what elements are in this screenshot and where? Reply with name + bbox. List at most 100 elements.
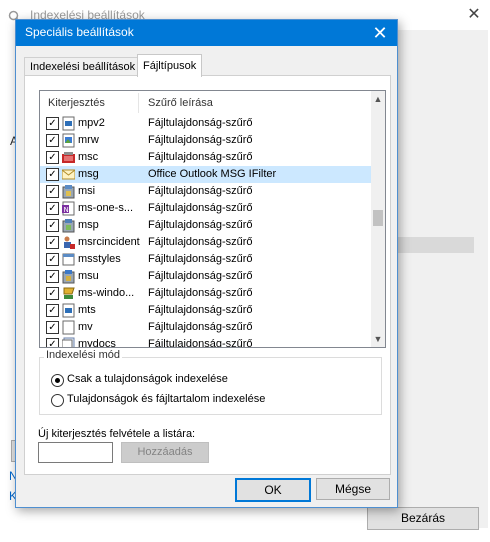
row-checkbox[interactable]: ✓ <box>46 117 59 130</box>
generic-file-icon <box>62 320 75 335</box>
installer-patch-icon <box>62 219 75 233</box>
video-file-icon <box>62 303 75 318</box>
radio-label: Csak a tulajdonságok indexelése <box>67 373 228 385</box>
extension-cell: mrw <box>78 134 99 146</box>
list-item[interactable]: ✓ msp Fájltulajdonság-szűrő <box>40 217 371 234</box>
list-item[interactable]: ✓ mpv2 Fájltulajdonság-szűrő <box>40 115 371 132</box>
background-selected-row <box>396 237 474 253</box>
row-checkbox[interactable]: ✓ <box>46 202 59 215</box>
management-console-icon <box>62 152 75 163</box>
column-header-extension[interactable]: Kiterjesztés <box>48 97 105 109</box>
extension-cell: msg <box>78 168 99 180</box>
radio-label: Tulajdonságok és fájltartalom indexelése <box>67 393 266 405</box>
mail-message-icon <box>62 169 75 180</box>
filter-cell: Fájltulajdonság-szűrő <box>148 321 253 333</box>
list-item[interactable]: ✓ msstyles Fájltulajdonság-szűrő <box>40 251 371 268</box>
list-item[interactable]: ✓ mydocs Fájltulajdonság-szűrő <box>40 336 371 348</box>
row-checkbox[interactable]: ✓ <box>46 338 59 347</box>
radio-selected-dot <box>55 378 60 383</box>
filter-cell: Fájltulajdonság-szűrő <box>148 185 253 197</box>
scroll-up-icon[interactable]: ▲ <box>371 91 385 107</box>
list-item[interactable]: ✓ Nms-one-s... Fájltulajdonság-szűrő <box>40 200 371 217</box>
image-file-icon <box>62 133 75 148</box>
list-item[interactable]: ✓ mv Fájltulajdonság-szűrő <box>40 319 371 336</box>
update-package-icon <box>62 270 75 284</box>
filter-cell: Office Outlook MSG IFilter <box>148 168 277 180</box>
extension-cell: ms-one-s... <box>78 202 134 214</box>
filter-cell: Fájltulajdonság-szűrő <box>148 202 253 214</box>
row-checkbox[interactable]: ✓ <box>46 219 59 232</box>
index-mode-label: Indexelési mód <box>44 349 122 361</box>
row-checkbox[interactable]: ✓ <box>46 168 59 181</box>
extension-cell: msu <box>78 270 99 282</box>
list-item[interactable]: ✓ msg Office Outlook MSG IFilter <box>40 166 371 183</box>
row-checkbox[interactable]: ✓ <box>46 185 59 198</box>
row-checkbox[interactable]: ✓ <box>46 134 59 147</box>
background-close-icon[interactable]: ✕ <box>462 4 486 26</box>
list-item[interactable]: ✓ ms-windo... Fájltulajdonság-szűrő <box>40 285 371 302</box>
new-extension-label: Új kiterjesztés felvétele a listára: <box>38 428 196 440</box>
vertical-scrollbar[interactable]: ▲ ▼ <box>371 91 385 347</box>
list-item[interactable]: ✓ msrcincident Fájltulajdonság-szűrő <box>40 234 371 251</box>
scroll-down-icon[interactable]: ▼ <box>371 331 385 347</box>
add-button[interactable]: Hozzáadás <box>121 442 209 463</box>
row-checkbox[interactable]: ✓ <box>46 253 59 266</box>
installer-package-icon <box>62 185 75 199</box>
dialog-title: Speciális beállítások <box>25 25 134 39</box>
documents-icon <box>62 337 75 347</box>
filter-cell: Fájltulajdonság-szűrő <box>148 236 253 248</box>
list-item[interactable]: ✓ msi Fájltulajdonság-szűrő <box>40 183 371 200</box>
extension-cell: msi <box>78 185 96 197</box>
row-checkbox[interactable]: ✓ <box>46 270 59 283</box>
extension-cell: mts <box>78 304 96 316</box>
scroll-thumb[interactable] <box>373 210 383 226</box>
filter-cell: Fájltulajdonság-szűrő <box>148 219 253 231</box>
row-checkbox[interactable]: ✓ <box>46 321 59 334</box>
remote-assistance-icon <box>64 236 75 249</box>
filter-cell: Fájltulajdonság-szűrő <box>148 134 253 146</box>
cancel-button[interactable]: Mégse <box>316 478 390 500</box>
radio-button[interactable] <box>51 374 64 387</box>
filter-cell: Fájltulajdonság-szűrő <box>148 287 253 299</box>
filter-cell: Fájltulajdonság-szűrő <box>148 338 253 348</box>
index-mode-group <box>39 357 382 415</box>
filter-cell: Fájltulajdonság-szűrő <box>148 117 253 129</box>
extension-cell: msp <box>78 219 99 231</box>
windows-store-icon <box>63 287 75 299</box>
dialog-titlebar: Speciális beállítások ✕ <box>16 20 397 46</box>
tab-page-file-types: Kiterjesztés Szűrő leírása ✓ mpv2 Fájltula… <box>24 75 391 475</box>
visual-style-icon <box>62 253 75 266</box>
extension-cell: mpv2 <box>78 117 105 129</box>
extension-cell: mv <box>78 321 93 333</box>
list-item[interactable]: ✓ msu Fájltulajdonság-szűrő <box>40 268 371 285</box>
list-item[interactable]: ✓ msc Fájltulajdonság-szűrő <box>40 149 371 166</box>
radio-button[interactable] <box>51 394 64 407</box>
column-separator[interactable] <box>138 93 139 113</box>
extension-cell: mydocs <box>78 338 116 348</box>
svg-text:N: N <box>64 206 69 214</box>
advanced-options-dialog: Speciális beállítások ✕ Indexelési beáll… <box>15 19 398 508</box>
row-checkbox[interactable]: ✓ <box>46 287 59 300</box>
column-header-filter[interactable]: Szűrő leírása <box>148 97 213 109</box>
extension-cell: msrcincident <box>78 236 140 248</box>
filter-cell: Fájltulajdonság-szűrő <box>148 270 253 282</box>
background-panel <box>392 30 488 528</box>
close-icon[interactable]: ✕ <box>368 21 392 45</box>
filter-cell: Fájltulajdonság-szűrő <box>148 304 253 316</box>
row-checkbox[interactable]: ✓ <box>46 151 59 164</box>
row-checkbox[interactable]: ✓ <box>46 304 59 317</box>
tab-file-types[interactable]: Fájltípusok <box>137 54 203 77</box>
filter-cell: Fájltulajdonság-szűrő <box>148 151 253 163</box>
video-file-icon <box>62 116 75 131</box>
list-item[interactable]: ✓ mrw Fájltulajdonság-szűrő <box>40 132 371 149</box>
background-close-button[interactable]: Bezárás <box>367 507 479 530</box>
row-checkbox[interactable]: ✓ <box>46 236 59 249</box>
ok-button[interactable]: OK <box>235 478 311 502</box>
extension-cell: msstyles <box>78 253 121 265</box>
onenote-file-icon: N <box>62 201 75 216</box>
new-extension-input[interactable] <box>38 442 113 463</box>
list-item[interactable]: ✓ mts Fájltulajdonság-szűrő <box>40 302 371 319</box>
file-types-list[interactable]: Kiterjesztés Szűrő leírása ✓ mpv2 Fájltula… <box>39 90 386 348</box>
tab-index-settings[interactable]: Indexelési beállítások <box>24 57 142 76</box>
extension-cell: msc <box>78 151 99 163</box>
